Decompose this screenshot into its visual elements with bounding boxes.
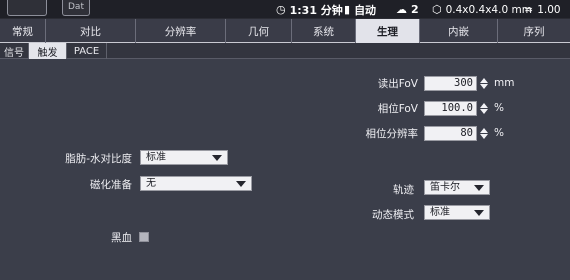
wifi-icon: ≈ bbox=[524, 3, 534, 16]
signal-text: 1.00 bbox=[537, 3, 561, 16]
status-tab-dat[interactable]: Dat bbox=[62, 0, 90, 16]
auto-icon: ▮ bbox=[344, 3, 351, 16]
sub-tabs: 信号 触发 PACE bbox=[0, 43, 570, 59]
dynamic-mode-select[interactable]: 标准 bbox=[424, 205, 490, 220]
auto-mode: ▮ 自动 bbox=[344, 2, 376, 17]
status-tab-left[interactable] bbox=[7, 0, 47, 16]
tab-geometry[interactable]: 几何 bbox=[226, 19, 292, 43]
voxel-size: ⬡ 0.4x0.4x4.0 mm bbox=[432, 2, 532, 17]
chevron-down-icon bbox=[212, 155, 222, 161]
auto-mode-text: 自动 bbox=[354, 3, 377, 17]
trajectory-value: 笛卡尔 bbox=[430, 182, 460, 193]
phase-res-label: 相位分辨率 bbox=[365, 128, 419, 140]
tab-sequence[interactable]: 序列 bbox=[498, 19, 570, 43]
phase-res-stepper[interactable] bbox=[478, 126, 490, 141]
fat-water-label: 脂肪-水对比度 bbox=[65, 153, 132, 165]
trajectory-select[interactable]: 笛卡尔 bbox=[424, 180, 490, 195]
dynamic-mode-label: 动态模式 bbox=[372, 209, 414, 221]
fat-water-value: 标准 bbox=[146, 152, 166, 163]
status-bar: Dat ◷ 1:31 分钟 ▮ 自动 ☁ 2 ⬡ 0.4x0.4x4.0 mm … bbox=[0, 0, 570, 19]
stepper-down-icon[interactable] bbox=[480, 109, 488, 114]
cloud-icon: ☁ bbox=[396, 3, 407, 16]
scan-time: ◷ 1:31 分钟 bbox=[276, 2, 343, 17]
main-tabs: 常规 对比 分辨率 几何 系统 生理 内嵌 序列 bbox=[0, 19, 570, 43]
dark-blood-label: 黑血 bbox=[111, 232, 132, 244]
mag-prep-select[interactable]: 无 bbox=[140, 176, 252, 191]
read-fov-unit: mm bbox=[494, 77, 515, 89]
signal-indicator: ≈ 1.00 bbox=[524, 2, 561, 17]
count-text: 2 bbox=[411, 3, 419, 16]
dark-blood-checkbox[interactable] bbox=[139, 232, 149, 242]
chevron-down-icon bbox=[474, 210, 484, 216]
stepper-up-icon[interactable] bbox=[480, 103, 488, 108]
subtab-signal[interactable]: 信号 bbox=[0, 43, 29, 59]
cube-icon: ⬡ bbox=[432, 3, 442, 16]
dynamic-mode-value: 标准 bbox=[430, 207, 450, 218]
read-fov-label: 读出FoV bbox=[377, 78, 418, 90]
chevron-down-icon bbox=[236, 181, 246, 187]
tab-system[interactable]: 系统 bbox=[292, 19, 356, 43]
phase-res-unit: % bbox=[494, 127, 504, 139]
phase-fov-label: 相位FoV bbox=[377, 103, 418, 115]
phase-res-input[interactable]: 80 bbox=[424, 126, 477, 141]
mag-prep-value: 无 bbox=[146, 178, 156, 189]
tab-resolution[interactable]: 分辨率 bbox=[136, 19, 226, 43]
mag-prep-label: 磁化准备 bbox=[90, 179, 132, 191]
fat-water-select[interactable]: 标准 bbox=[140, 150, 228, 165]
clock-icon: ◷ bbox=[276, 3, 286, 16]
phase-fov-stepper[interactable] bbox=[478, 101, 490, 116]
count-indicator: ☁ 2 bbox=[396, 2, 419, 17]
tab-inline[interactable]: 内嵌 bbox=[420, 19, 498, 43]
read-fov-stepper[interactable] bbox=[478, 76, 490, 91]
phase-fov-unit: % bbox=[494, 102, 504, 114]
voxel-size-text: 0.4x0.4x4.0 mm bbox=[445, 3, 532, 16]
phase-fov-input[interactable]: 100.0 bbox=[424, 101, 477, 116]
tab-routine[interactable]: 常规 bbox=[0, 19, 46, 43]
tab-physio[interactable]: 生理 bbox=[356, 19, 420, 43]
tab-contrast[interactable]: 对比 bbox=[46, 19, 136, 43]
read-fov-input[interactable]: 300 bbox=[424, 76, 477, 91]
stepper-up-icon[interactable] bbox=[480, 78, 488, 83]
stepper-down-icon[interactable] bbox=[480, 84, 488, 89]
subtab-trigger[interactable]: 触发 bbox=[29, 43, 67, 59]
chevron-down-icon bbox=[474, 185, 484, 191]
subtab-pace[interactable]: PACE bbox=[67, 43, 107, 59]
stepper-down-icon[interactable] bbox=[480, 134, 488, 139]
stepper-up-icon[interactable] bbox=[480, 128, 488, 133]
trajectory-label: 轨迹 bbox=[393, 184, 414, 196]
scan-time-text: 1:31 分钟 bbox=[289, 3, 343, 17]
